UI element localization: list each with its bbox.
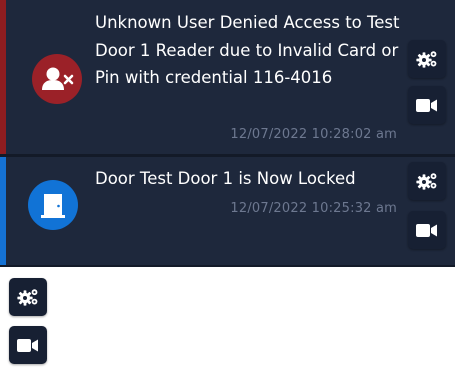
event-status-stripe bbox=[0, 157, 6, 265]
door-icon bbox=[28, 180, 78, 230]
event-status-stripe bbox=[0, 0, 6, 154]
event-item-door-locked[interactable]: Door Test Door 1 is Now Locked 12/07/202… bbox=[0, 157, 455, 265]
video-camera-icon bbox=[416, 98, 437, 112]
event-timestamp: 12/07/2022 10:25:32 am bbox=[230, 201, 397, 216]
event-message: Unknown User Denied Access to Test Door … bbox=[95, 13, 400, 87]
event-list-bottom-border bbox=[0, 265, 455, 267]
gears-icon bbox=[416, 173, 437, 190]
event-settings-button[interactable] bbox=[408, 162, 446, 200]
event-camera-button[interactable] bbox=[408, 86, 446, 124]
user-denied-icon bbox=[32, 54, 82, 104]
event-timestamp: 12/07/2022 10:28:02 am bbox=[230, 127, 397, 142]
event-camera-button[interactable] bbox=[408, 211, 446, 249]
gears-icon bbox=[416, 51, 437, 68]
camera-button[interactable] bbox=[9, 326, 47, 364]
settings-button[interactable] bbox=[9, 278, 47, 316]
event-list: Unknown User Denied Access to Test Door … bbox=[0, 0, 455, 267]
video-camera-icon bbox=[416, 223, 437, 237]
event-item-access-denied[interactable]: Unknown User Denied Access to Test Door … bbox=[0, 0, 455, 154]
gears-icon bbox=[17, 289, 38, 306]
event-message: Door Test Door 1 is Now Locked bbox=[95, 169, 356, 188]
video-camera-icon bbox=[17, 338, 38, 352]
event-settings-button[interactable] bbox=[408, 40, 446, 78]
